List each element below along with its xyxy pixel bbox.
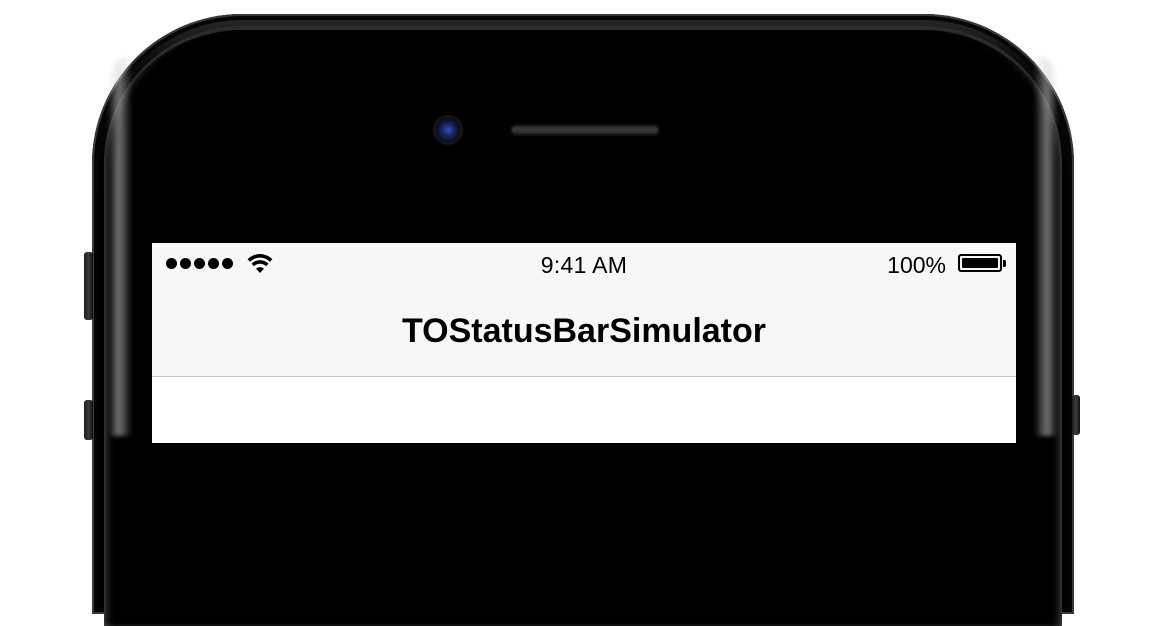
navigation-bar: 9:41 AM 100% TOStatusBarSimulator: [152, 243, 1016, 377]
bezel-highlight-left: [108, 56, 132, 436]
battery-terminal: [1003, 260, 1006, 267]
power-button: [1072, 395, 1080, 435]
battery-level-fill: [962, 258, 998, 268]
front-camera: [435, 117, 461, 143]
status-bar: 9:41 AM 100%: [152, 243, 1016, 285]
battery-icon: [958, 254, 1002, 272]
navigation-title: TOStatusBarSimulator: [401, 312, 766, 350]
volume-button-lower: [84, 400, 93, 440]
volume-button: [84, 252, 93, 320]
battery-percentage: 100%: [887, 252, 946, 278]
phone-screen: 9:41 AM 100% TOStatusBarSimulator: [152, 243, 1016, 443]
bezel-highlight-right: [1034, 56, 1058, 436]
earpiece-speaker: [510, 124, 660, 136]
